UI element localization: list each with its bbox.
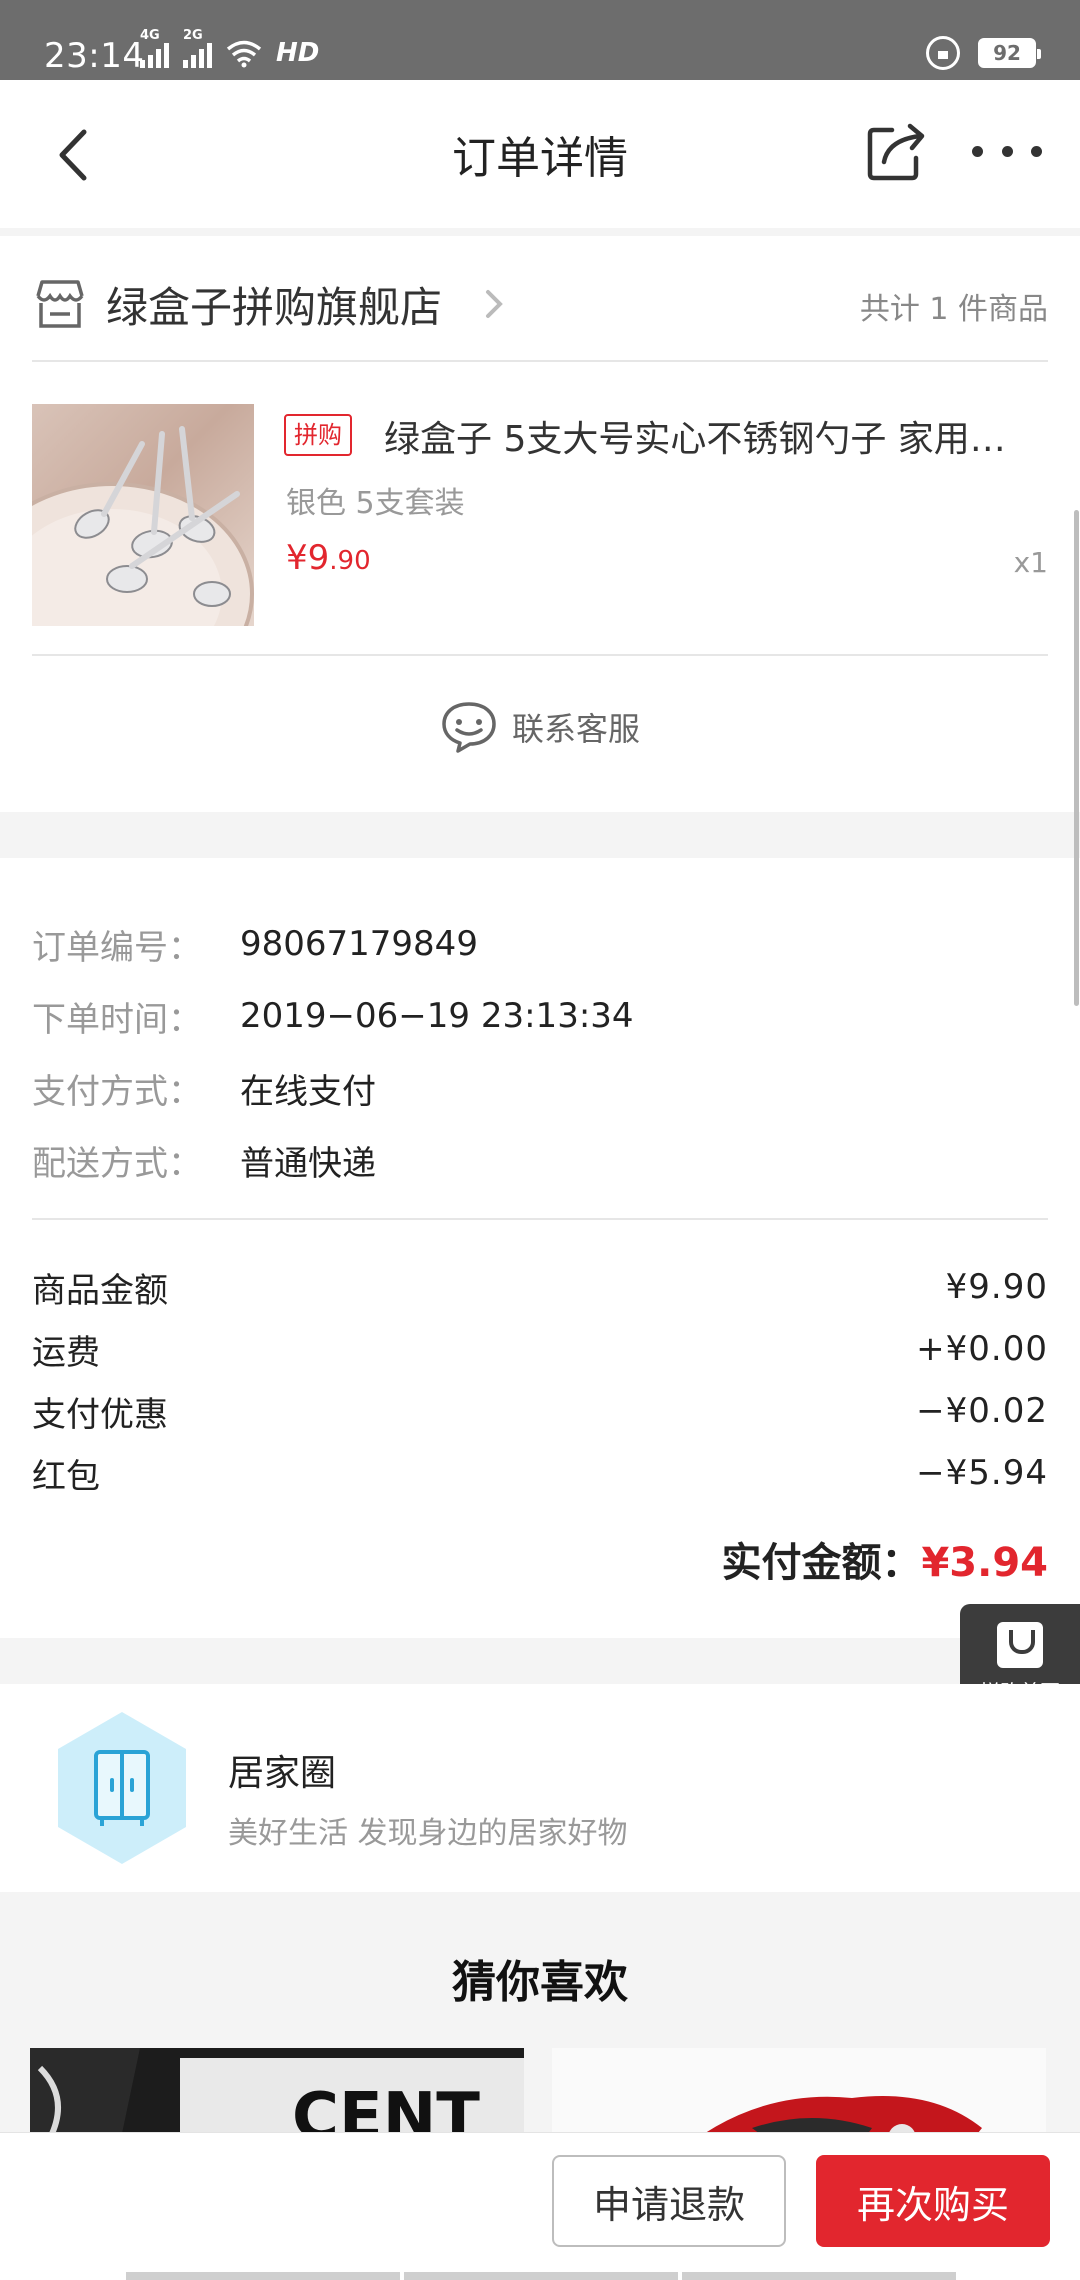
customer-service-icon [442, 702, 496, 753]
product-quantity: x1 [1013, 546, 1048, 579]
signal-4g-icon: 4G [140, 28, 169, 68]
gesture-bar [126, 2272, 956, 2280]
order-time-row: 下单时间： 2019−06−19 23:13:34 [32, 996, 634, 1040]
goods-amount-row: 商品金额 ¥9.90 [32, 1267, 1048, 1311]
total-paid: 实付金额：¥3.94 [721, 1540, 1048, 1586]
divider [32, 1218, 1048, 1220]
status-time: 23:14 [44, 36, 145, 76]
order-number[interactable]: 98067179849 [240, 924, 478, 964]
product-spec: 银色 5支套装 [286, 486, 465, 521]
store-row[interactable]: 绿盒子拼购旗舰店 共计 1 件商品 [32, 266, 1048, 362]
order-number-row: 订单编号： 98067179849 [32, 924, 478, 968]
chevron-right-icon [486, 290, 503, 318]
product-item[interactable]: 拼购 绿盒子 5支大号实心不锈钢勺子 家用… 银色 5支套装 ¥9.90 x1 [32, 404, 1048, 626]
item-count: 共计 1 件商品 [859, 292, 1048, 327]
apply-refund-button[interactable]: 申请退款 [552, 2155, 786, 2247]
shipping-fee-row: 运费 +¥0.00 [32, 1329, 1048, 1373]
signal-2g-icon: 2G [183, 28, 212, 68]
store-name[interactable]: 绿盒子拼购旗舰店 [106, 274, 442, 335]
recommend-title: 猜你喜欢 [452, 1957, 628, 2008]
delivery-method-row: 配送方式： 普通快递 [32, 1143, 376, 1184]
share-icon[interactable] [864, 118, 930, 184]
product-image[interactable] [32, 404, 254, 626]
scrollbar[interactable] [1074, 510, 1079, 1006]
battery-icon: 92 [978, 38, 1041, 68]
store-icon [36, 280, 84, 328]
home-circle-title: 居家圈 [228, 1753, 337, 1794]
amount-breakdown: 商品金额 ¥9.90 运费 +¥0.00 支付优惠 −¥0.02 红包 −¥5.94 [32, 1256, 1048, 1504]
red-packet-row: 红包 −¥5.94 [32, 1453, 1048, 1497]
bottom-action-bar: 申请退款 再次购买 [0, 2132, 1080, 2280]
signal-icons: 4G 2G HD [140, 28, 320, 68]
order-info-list: 订单编号： 98067179849 下单时间： 2019−06−19 23:13… [32, 908, 634, 1196]
product-title[interactable]: 绿盒子 5支大号实心不锈钢勺子 家用… [384, 410, 1046, 462]
status-bar: 23:14 4G 2G HD 92 [0, 0, 1080, 80]
rotation-lock-icon [926, 36, 960, 70]
order-product-card: 绿盒子拼购旗舰店 共计 1 件商品 拼购 绿盒子 5支大号实心不锈钢勺子 家用…… [0, 236, 1080, 812]
more-icon[interactable] [972, 146, 1042, 160]
cabinet-icon [58, 1712, 186, 1864]
order-info-card: 订单编号： 98067179849 下单时间： 2019−06−19 23:13… [0, 858, 1080, 1638]
bag-icon [997, 1622, 1043, 1668]
hd-icon: HD [276, 38, 320, 68]
home-circle-card[interactable]: 居家圈 美好生活 发现身边的居家好物 [0, 1684, 1080, 1892]
contact-service-label: 联系客服 [511, 710, 640, 748]
payment-discount-row: 支付优惠 −¥0.02 [32, 1391, 1048, 1435]
buy-again-button[interactable]: 再次购买 [816, 2155, 1050, 2247]
group-buy-tag: 拼购 [284, 414, 352, 456]
payment-method-row: 支付方式： 在线支付 [32, 1071, 376, 1112]
contact-service-row: 联系客服 [32, 654, 1048, 812]
nav-header: 订单详情 [0, 80, 1080, 228]
product-price: ¥9.90 [286, 538, 371, 578]
home-circle-subtitle: 美好生活 发现身边的居家好物 [228, 1816, 628, 1851]
wifi-icon [226, 40, 262, 68]
contact-service-button[interactable]: 联系客服 [32, 700, 1048, 754]
total-paid-amount: ¥3.94 [921, 1540, 1048, 1586]
